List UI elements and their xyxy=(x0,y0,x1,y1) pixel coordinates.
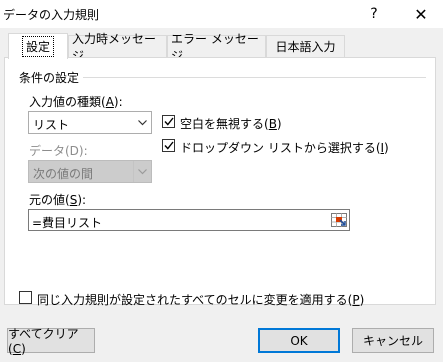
source-label: 元の値(S): xyxy=(29,193,87,207)
close-button[interactable]: ✕ xyxy=(399,0,443,28)
title-bar: データの入力規則 ? ✕ xyxy=(0,0,443,28)
clear-all-button[interactable]: すべてクリア(C) xyxy=(7,327,95,356)
tab-input-message[interactable]: 入力時メッセージ xyxy=(68,32,167,63)
tab-ime-mode[interactable]: 日本語入力 xyxy=(266,35,345,57)
data-validation-dialog: データの入力規則 ? ✕ 設定 入力時メッセージ エラー メッセージ 日本語入力… xyxy=(0,0,443,362)
chevron-down-icon xyxy=(134,112,151,133)
range-selector-button[interactable] xyxy=(330,211,348,229)
ok-button[interactable]: OK xyxy=(258,328,340,353)
apply-to-all-label: 同じ入力規則が設定されたすべてのセルに変更を適用する(P) xyxy=(37,293,365,307)
source-input[interactable]: =費目リスト xyxy=(28,209,350,231)
cancel-button[interactable]: キャンセル xyxy=(352,328,434,353)
ok-label: OK xyxy=(290,333,308,348)
criteria-group-title: 条件の設定 xyxy=(19,71,80,85)
source-value: =費目リスト xyxy=(32,216,103,230)
chevron-down-icon xyxy=(133,161,151,182)
help-icon: ? xyxy=(370,6,378,22)
tab-ime-mode-label: 日本語入力 xyxy=(275,40,336,54)
apply-to-all-checkbox[interactable] xyxy=(19,291,32,304)
in-cell-dropdown-label: ドロップダウン リストから選択する(I) xyxy=(180,141,389,155)
check-mark-icon xyxy=(163,117,174,126)
window-title: データの入力規則 xyxy=(3,8,100,22)
allow-type-dropdown[interactable]: リスト xyxy=(28,111,152,134)
settings-panel: 条件の設定 入力値の種類(A): リスト 空白を無視する(B) ドロップダウン … xyxy=(4,57,436,307)
group-divider xyxy=(83,77,426,78)
cancel-label: キャンセル xyxy=(362,334,423,348)
ignore-blank-checkbox[interactable] xyxy=(162,115,175,128)
help-button[interactable]: ? xyxy=(352,0,396,28)
data-operator-value: 次の値の間 xyxy=(33,167,94,181)
tab-settings-label: 設定 xyxy=(21,36,54,57)
allow-type-value: リスト xyxy=(33,118,70,132)
check-mark-icon xyxy=(163,141,174,150)
range-selector-icon xyxy=(331,213,347,227)
data-operator-dropdown: 次の値の間 xyxy=(28,160,152,183)
clear-all-label: すべてクリア(C) xyxy=(8,327,79,356)
tab-error-alert[interactable]: エラー メッセージ xyxy=(167,32,266,63)
in-cell-dropdown-checkbox[interactable] xyxy=(162,139,175,152)
tab-settings[interactable]: 設定 xyxy=(8,33,68,59)
allow-type-label: 入力値の種類(A): xyxy=(29,95,123,109)
close-icon: ✕ xyxy=(414,4,428,24)
data-operator-label: データ(D): xyxy=(29,144,88,158)
ignore-blank-label: 空白を無視する(B) xyxy=(180,117,282,131)
